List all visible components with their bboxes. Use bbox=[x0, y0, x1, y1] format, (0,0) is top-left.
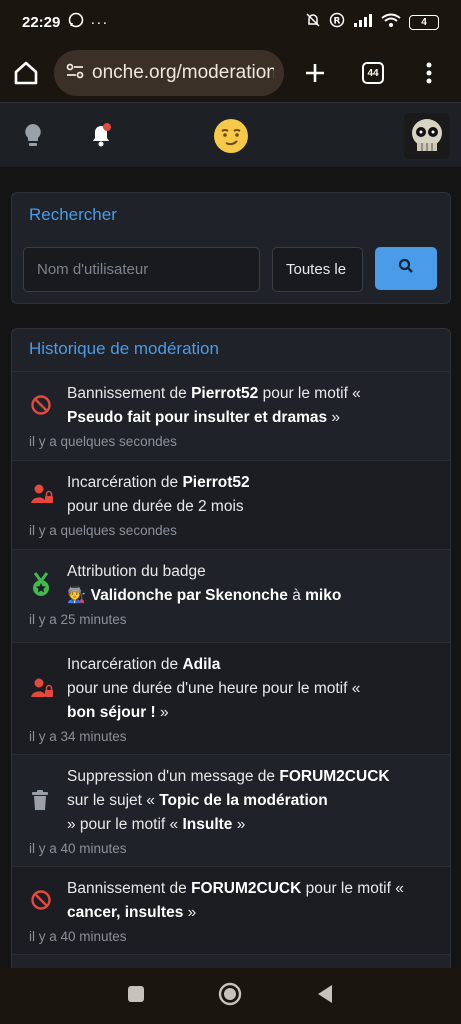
battery-icon: 4 bbox=[409, 14, 439, 30]
signal-icon bbox=[353, 13, 373, 31]
whatsapp-icon bbox=[68, 12, 84, 32]
entry-time: il y a 25 minutes bbox=[29, 612, 127, 627]
trash-icon bbox=[30, 789, 50, 816]
system-nav-bar bbox=[0, 968, 461, 1024]
list-item: Bannissement de Pierrot52 pour le motif … bbox=[12, 372, 450, 461]
registered-icon: R bbox=[329, 12, 345, 32]
page-content: Rechercher Nom d'utilisateur Toutes le H… bbox=[0, 168, 461, 968]
notification-bell-icon[interactable] bbox=[88, 121, 114, 154]
status-time: 22:29 bbox=[22, 13, 61, 31]
home-icon[interactable] bbox=[12, 59, 40, 87]
menu-dots-icon[interactable] bbox=[426, 62, 432, 84]
entry-time: il y a quelques secondes bbox=[29, 523, 177, 538]
filter-select[interactable]: Toutes le bbox=[272, 247, 363, 292]
history-title: Historique de modération bbox=[12, 329, 450, 372]
username-link[interactable]: Adila bbox=[182, 656, 220, 673]
wifi-icon bbox=[381, 13, 401, 32]
list-item: Attribution du badge 🧑‍🏭 Validonche par … bbox=[12, 550, 450, 643]
badge-emoji: 🧑‍🏭 bbox=[67, 587, 87, 604]
history-card: Historique de modération Bannissement de… bbox=[11, 328, 451, 968]
more-notifications-icon: ··· bbox=[90, 13, 109, 31]
search-icon bbox=[398, 258, 414, 279]
site-settings-icon[interactable] bbox=[64, 60, 86, 87]
history-list: Bannissement de Pierrot52 pour le motif … bbox=[12, 372, 450, 955]
ban-icon bbox=[30, 889, 52, 916]
ban-icon bbox=[30, 394, 52, 421]
url-bar[interactable]: onche.org/moderation bbox=[54, 50, 284, 96]
smiley-logo-icon[interactable] bbox=[212, 117, 250, 160]
avatar[interactable] bbox=[404, 113, 450, 159]
jail-icon bbox=[30, 483, 54, 510]
badge-icon bbox=[30, 572, 52, 603]
entry-time: il y a 40 minutes bbox=[29, 929, 127, 944]
recents-button[interactable] bbox=[127, 985, 145, 1008]
home-button[interactable] bbox=[218, 982, 242, 1011]
list-item: Bannissement de FORUM2CUCK pour le motif… bbox=[12, 867, 450, 955]
back-button[interactable] bbox=[316, 984, 334, 1009]
badge-link[interactable]: Validonche par Skenonche bbox=[91, 587, 288, 604]
mute-icon bbox=[305, 12, 321, 32]
url-text: onche.org/moderation bbox=[92, 62, 274, 83]
entry-time: il y a 40 minutes bbox=[29, 841, 127, 856]
jail-icon bbox=[30, 677, 54, 704]
new-tab-icon[interactable] bbox=[304, 62, 326, 84]
username-link[interactable]: FORUM2CUCK bbox=[279, 768, 389, 785]
list-item: Incarcération de Pierrot52 pour une duré… bbox=[12, 461, 450, 550]
search-card: Rechercher Nom d'utilisateur Toutes le bbox=[11, 192, 451, 304]
svg-text:R: R bbox=[334, 17, 341, 27]
username-link[interactable]: miko bbox=[305, 587, 341, 604]
topic-link[interactable]: Topic de la modération bbox=[159, 792, 328, 809]
search-title: Rechercher bbox=[29, 205, 117, 224]
username-link[interactable]: Pierrot52 bbox=[191, 385, 258, 402]
username-link[interactable]: Pierrot52 bbox=[182, 474, 249, 491]
search-button[interactable] bbox=[375, 247, 437, 290]
tab-switcher-button[interactable]: 44 bbox=[362, 62, 384, 84]
list-item: Suppression d'un message de FORUM2CUCK s… bbox=[12, 755, 450, 867]
entry-time: il y a 34 minutes bbox=[29, 729, 127, 744]
list-item: Incarcération de Adila pour une durée d'… bbox=[12, 643, 450, 755]
username-input[interactable]: Nom d'utilisateur bbox=[23, 247, 260, 292]
lightbulb-icon[interactable] bbox=[20, 121, 46, 154]
status-bar: 22:29 ··· R 4 bbox=[0, 0, 461, 44]
browser-toolbar: onche.org/moderation 44 bbox=[0, 44, 461, 102]
entry-time: il y a quelques secondes bbox=[29, 434, 177, 449]
site-header bbox=[0, 102, 461, 168]
username-link[interactable]: FORUM2CUCK bbox=[191, 880, 301, 897]
